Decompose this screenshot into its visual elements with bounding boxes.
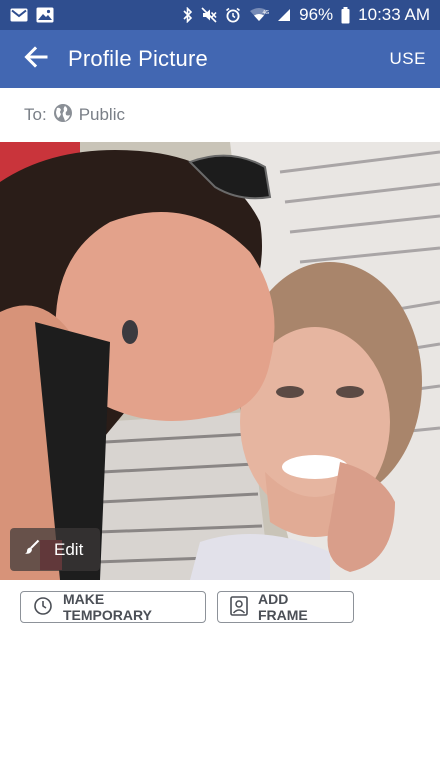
paintbrush-icon [24,539,40,560]
edit-button[interactable]: Edit [10,528,100,571]
alarm-icon [225,7,241,23]
signal-icon [277,8,291,22]
network-type-label: 4G [263,10,270,16]
audience-selector[interactable]: Public [53,103,125,128]
clock: 10:33 AM [358,5,430,24]
audience-row: To: Public [0,88,440,142]
edit-label: Edit [54,539,84,559]
use-button[interactable]: USE [390,49,426,69]
status-bar: 4G 96% 10:33 AM [0,0,440,30]
frame-icon [230,595,248,619]
bluetooth-icon [183,7,193,23]
add-frame-button[interactable]: ADD FRAME [217,591,354,623]
audience-value: Public [78,105,125,124]
status-bar-right: 4G 96% 10:33 AM [183,5,430,25]
wifi-icon: 4G [249,7,269,23]
battery-percent: 96% [299,5,334,24]
globe-icon [53,103,73,128]
mute-icon [201,7,217,23]
battery-icon [341,6,350,24]
clock-icon [33,596,53,619]
status-bar-left [10,7,54,23]
back-arrow-icon [24,45,48,73]
gmail-icon [10,8,28,22]
make-temporary-label: MAKE TEMPORARY [63,591,152,623]
profile-photo[interactable] [0,142,440,580]
back-button[interactable] [16,39,56,79]
audience-to-label: To: [24,105,47,124]
app-bar: Profile Picture USE [0,30,440,88]
photo-illustration [0,142,440,580]
add-frame-label: ADD FRAME [258,591,308,623]
action-buttons: MAKE TEMPORARY ADD FRAME [20,591,354,623]
page-title: Profile Picture [68,46,208,71]
make-temporary-button[interactable]: MAKE TEMPORARY [20,591,206,623]
gallery-icon [36,7,54,23]
